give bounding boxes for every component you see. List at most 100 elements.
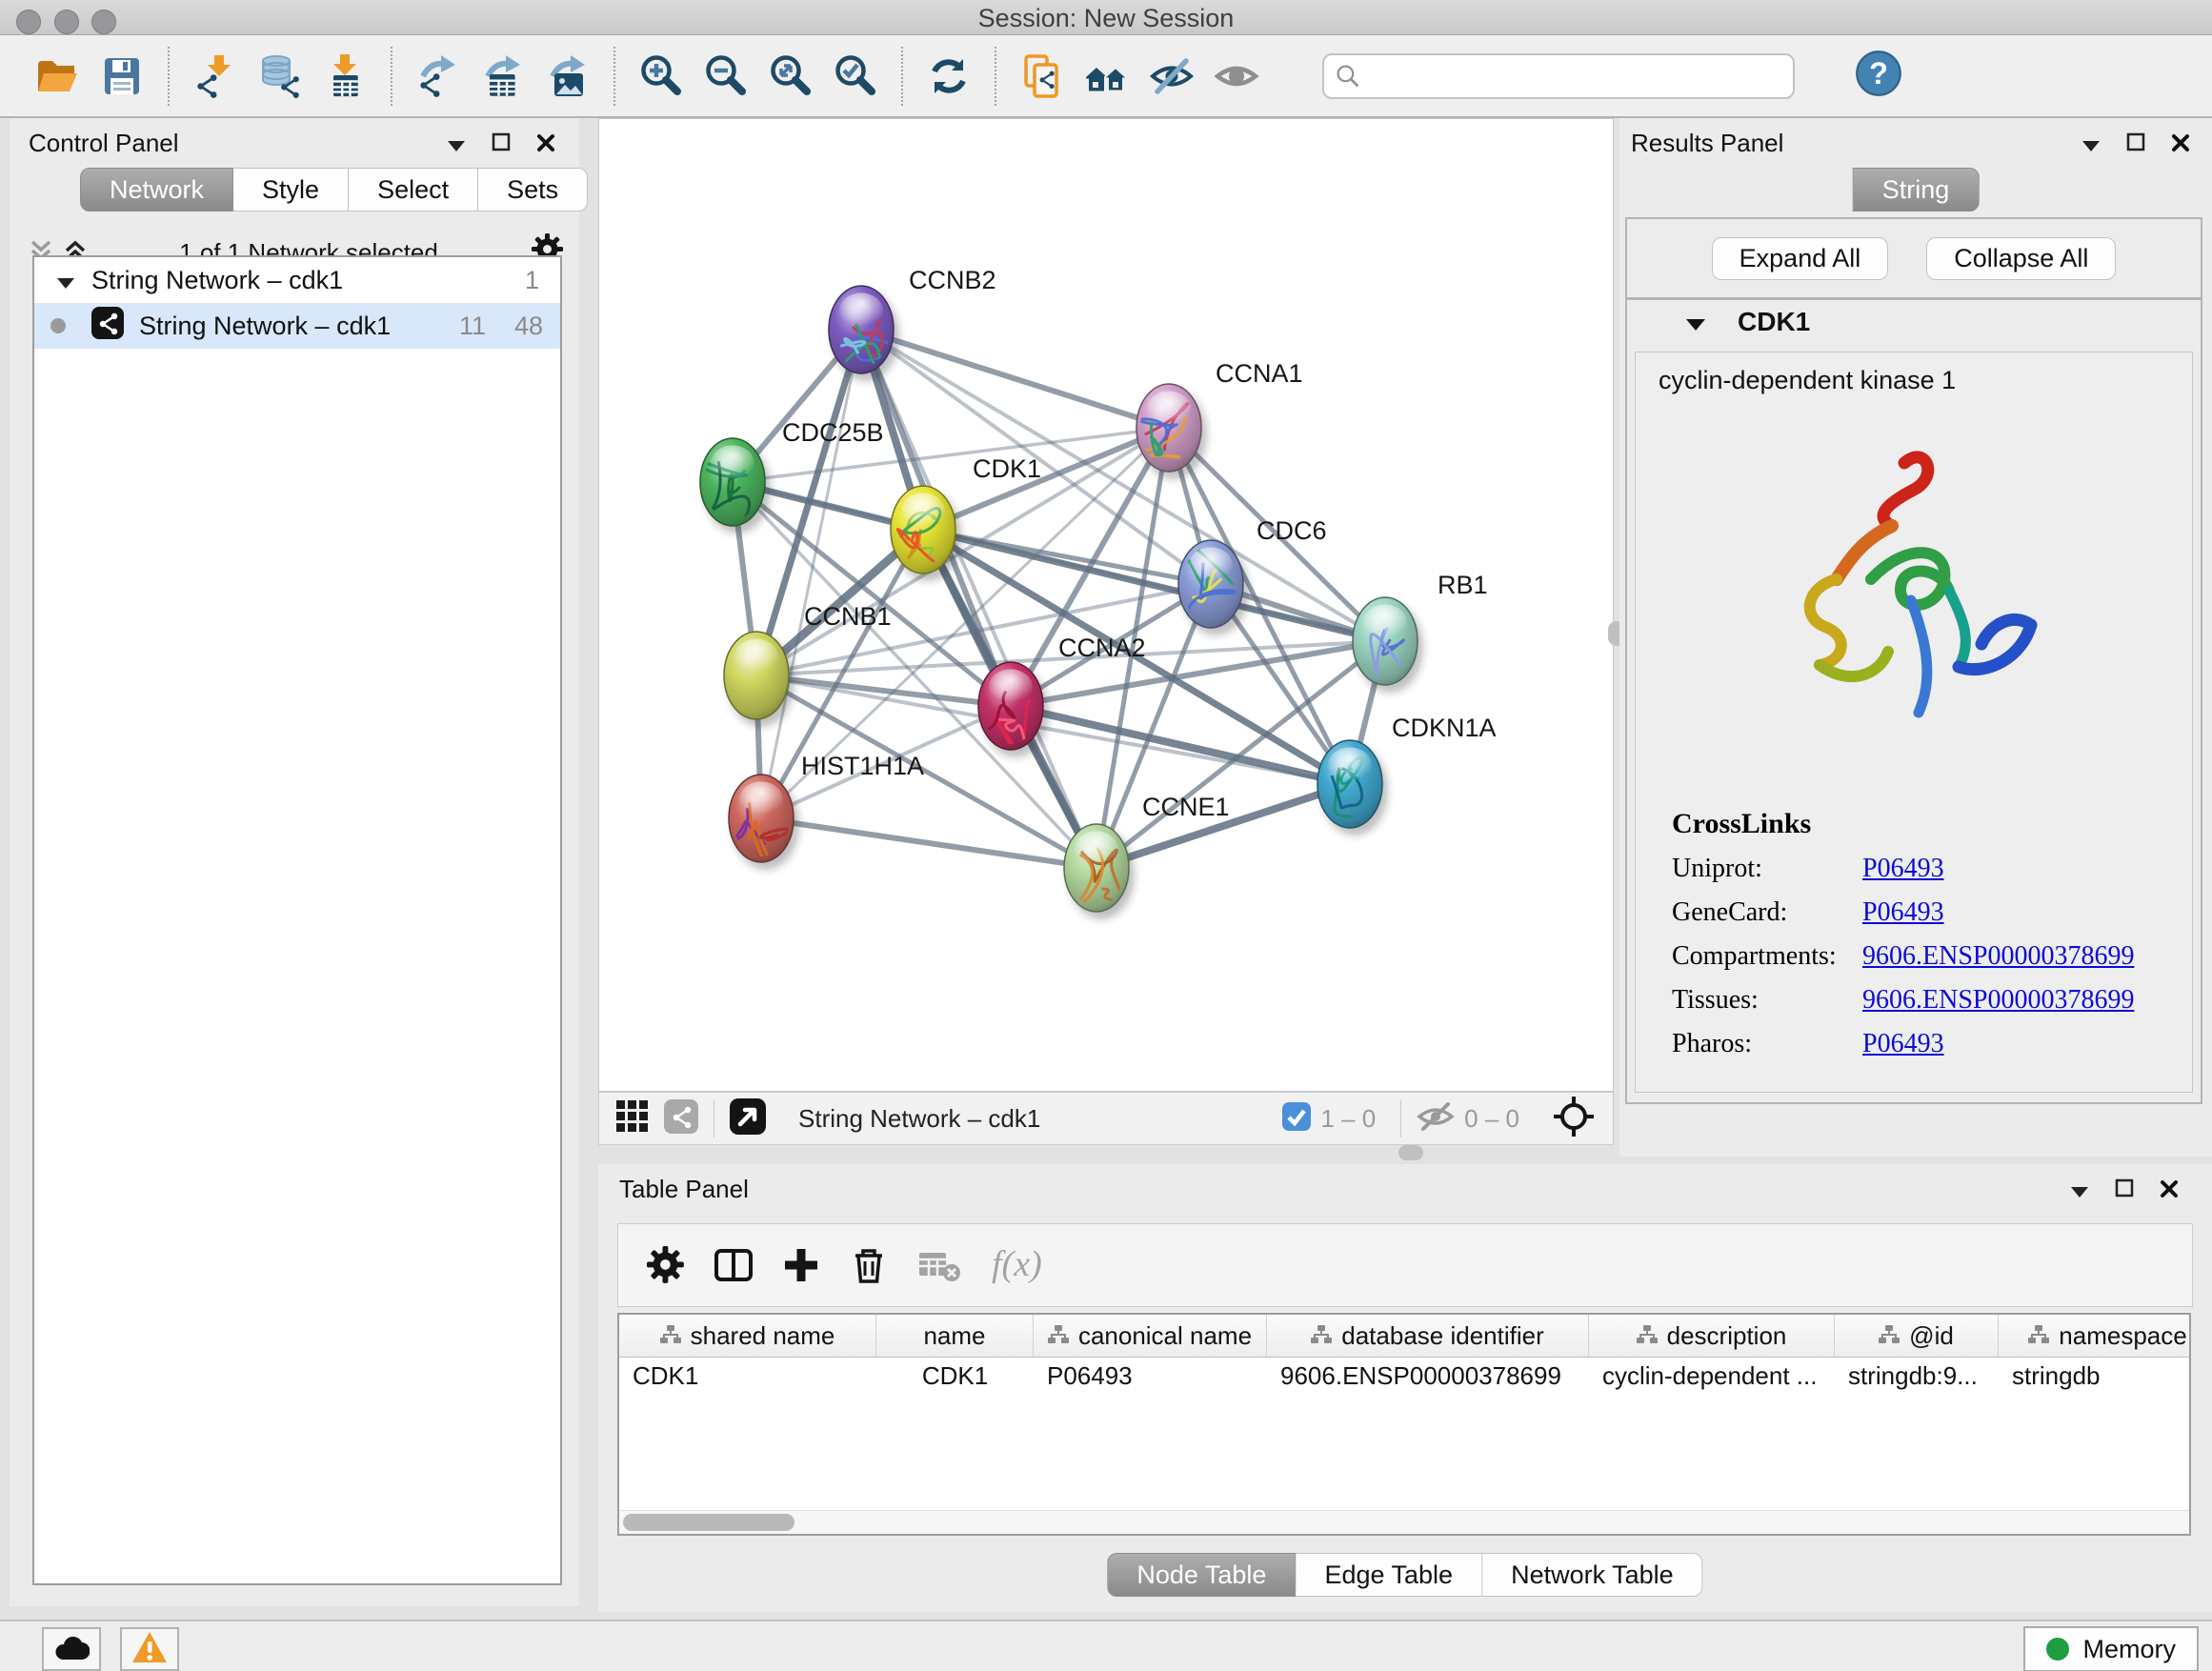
export-image-button[interactable] (540, 46, 595, 107)
control-panel-tabs: NetworkStyleSelectSets (80, 168, 588, 211)
show-all-button[interactable] (1209, 46, 1264, 107)
node-CCNA1[interactable]: CCNA1 (1132, 359, 1303, 479)
hidden-eye-icon[interactable] (1417, 1101, 1455, 1137)
column-header-canonicalname[interactable]: canonical name (1034, 1315, 1267, 1357)
crosslink-link[interactable]: 9606.ENSP00000378699 (1862, 985, 2134, 1016)
zoom-in-icon (638, 53, 684, 99)
section-collapse-icon[interactable] (1686, 307, 1705, 337)
tree-expander-icon[interactable] (57, 266, 74, 295)
tab-style[interactable]: Style (233, 168, 349, 211)
shared-column-icon (1048, 1321, 1069, 1351)
close-panel-icon[interactable] (537, 129, 554, 158)
zoom-in-button[interactable] (633, 46, 689, 107)
tab-network[interactable]: Network (80, 168, 233, 211)
column-header-sharedname[interactable]: shared name (619, 1315, 876, 1357)
chevron-down-icon[interactable] (2082, 129, 2100, 158)
fit-selected-crosshair-icon[interactable] (1554, 1097, 1594, 1141)
shared-column-icon (660, 1321, 681, 1351)
zoom-fit-button[interactable] (763, 46, 818, 107)
node-CDKN1A[interactable]: CDKN1A (1317, 714, 1497, 836)
warnings-button[interactable] (120, 1627, 179, 1671)
warning-triangle-icon (131, 1630, 169, 1669)
table-horizontal-scrollbar[interactable] (619, 1510, 2189, 1534)
crosslink-label: Uniprot: (1672, 854, 1862, 884)
edges (733, 330, 1385, 868)
zoom-selected-button[interactable] (828, 46, 883, 107)
birds-eye-view-icon[interactable] (730, 1098, 766, 1139)
import-network-icon (192, 53, 238, 99)
edge-CCNB2-RB1[interactable] (861, 330, 1385, 641)
network-type-icon (91, 307, 124, 346)
import-network-from-database-button[interactable] (252, 46, 308, 107)
table-row[interactable]: CDK1CDK1P064939606.ENSP00000378699cyclin… (619, 1358, 2189, 1396)
first-neighbors-button[interactable] (1079, 46, 1135, 107)
network-row-selected[interactable]: String Network – cdk1 11 48 (34, 303, 560, 349)
column-header-namespace[interactable]: namespace (1999, 1315, 2191, 1357)
hide-selected-button[interactable] (1144, 46, 1199, 107)
open-session-button[interactable] (30, 46, 85, 107)
grid-view-icon[interactable] (616, 1100, 649, 1137)
node-RB1[interactable]: RB1 (1353, 571, 1488, 695)
column-header-databaseidentifier[interactable]: database identifier (1267, 1315, 1589, 1357)
float-panel-icon[interactable] (492, 129, 511, 158)
column-header-id[interactable]: @id (1835, 1315, 1999, 1357)
crosslink-link[interactable]: P06493 (1862, 1029, 1944, 1059)
scrollbar-thumb[interactable] (623, 1514, 794, 1531)
help-button[interactable]: ? (1854, 49, 1903, 103)
tab-sets[interactable]: Sets (478, 168, 588, 211)
close-panel-icon[interactable] (2161, 1175, 2178, 1204)
tab-string[interactable]: String (1853, 168, 1980, 211)
collapse-all-button[interactable]: Collapse All (1926, 237, 2116, 280)
apply-layout-button[interactable] (921, 46, 976, 107)
save-session-button[interactable] (94, 46, 150, 107)
search-input[interactable] (1360, 62, 1745, 91)
tab-select[interactable]: Select (349, 168, 478, 211)
export-network-button[interactable] (411, 46, 466, 107)
chevron-down-icon[interactable] (448, 129, 465, 158)
expand-all-button[interactable]: Expand All (1712, 237, 1889, 280)
crosslink-link[interactable]: P06493 (1862, 897, 1944, 928)
import-network-button[interactable] (188, 46, 243, 107)
close-panel-icon[interactable] (2172, 129, 2189, 158)
edge-CCNB2-CCNE1[interactable] (861, 330, 1096, 868)
crosslink-row: GeneCard:P06493 (1672, 897, 2134, 928)
chevron-down-icon[interactable] (2071, 1175, 2088, 1204)
crosslink-link[interactable]: 9606.ENSP00000378699 (1862, 941, 2134, 972)
edge-CCNA2-CDKN1A[interactable] (1011, 706, 1350, 784)
node-table[interactable]: shared namenamecanonical namedatabase id… (617, 1313, 2191, 1536)
tab-edge-table[interactable]: Edge Table (1296, 1553, 1482, 1597)
memory-button[interactable]: Memory (2023, 1626, 2199, 1671)
column-header-name[interactable]: name (876, 1315, 1034, 1357)
delete-column-trash-icon[interactable] (849, 1245, 889, 1285)
column-header-description[interactable]: description (1589, 1315, 1835, 1357)
edge-HIST1H1A-CCNE1[interactable] (761, 818, 1096, 868)
network-graph[interactable]: CCNB2CCNA1CDC25BCDK1CDC6RB1CCNB1CCNA2CDK… (599, 119, 1613, 1091)
zoom-out-icon (703, 53, 749, 99)
search-box[interactable] (1322, 53, 1795, 99)
float-panel-icon[interactable] (2126, 129, 2145, 158)
hide-selected-icon (1149, 53, 1195, 99)
zoom-out-button[interactable] (698, 46, 754, 107)
selected-checkbox-icon[interactable] (1282, 1102, 1311, 1136)
cell-namespace: stringdb (1999, 1358, 2191, 1396)
horizontal-splitter-handle[interactable] (1398, 1145, 1423, 1160)
edge-CCNB2-CCNA1[interactable] (861, 330, 1169, 428)
network-view-statusbar: String Network – cdk1 1 – 0 0 – 0 (598, 1092, 1614, 1145)
node-CCNE1[interactable]: CCNE1 (1064, 793, 1230, 919)
tab-network-table[interactable]: Network Table (1482, 1553, 1703, 1597)
tab-node-table[interactable]: Node Table (1107, 1553, 1296, 1597)
network-share-icon[interactable] (664, 1099, 698, 1138)
shared-column-icon (1311, 1321, 1332, 1351)
cloud-button[interactable] (42, 1627, 101, 1671)
float-panel-icon[interactable] (2115, 1175, 2134, 1204)
import-table-button[interactable] (317, 46, 372, 107)
add-column-icon[interactable] (782, 1246, 820, 1284)
table-settings-gear-icon[interactable] (647, 1246, 685, 1284)
shared-column-icon (1637, 1321, 1658, 1351)
show-columns-icon[interactable] (714, 1246, 754, 1284)
clone-network-button[interactable] (1015, 46, 1070, 107)
export-table-button[interactable] (475, 46, 531, 107)
network-collection-row[interactable]: String Network – cdk1 1 (34, 257, 560, 303)
crosslink-link[interactable]: P06493 (1862, 854, 1944, 884)
network-canvas[interactable]: CCNB2CCNA1CDC25BCDK1CDC6RB1CCNB1CCNA2CDK… (598, 118, 1614, 1092)
